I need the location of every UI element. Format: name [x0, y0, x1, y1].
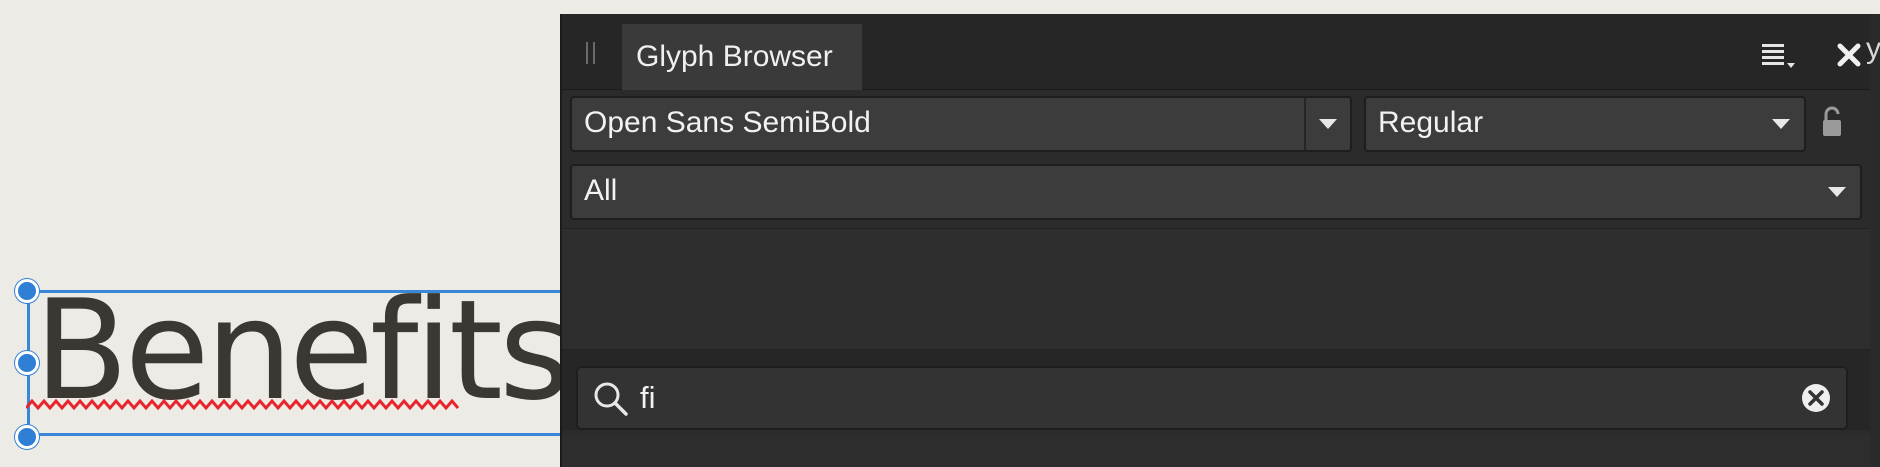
chevron-down-icon	[1319, 119, 1337, 129]
close-icon[interactable]	[1834, 40, 1864, 70]
adjacent-panel-partial-text: y	[1866, 32, 1880, 65]
search-input[interactable]	[640, 374, 1740, 422]
font-family-dropdown[interactable]: Open Sans SemiBold	[570, 96, 1352, 152]
glyph-search-box[interactable]	[576, 366, 1848, 430]
font-style-dropdown[interactable]: Regular	[1364, 96, 1806, 152]
document-canvas[interactable]: Benefits	[0, 0, 647, 467]
selection-handle-bottom-left[interactable]	[15, 425, 39, 449]
glyph-category-dropdown[interactable]: All	[570, 164, 1862, 220]
search-icon	[594, 382, 628, 416]
panel-drag-grip-icon[interactable]	[586, 42, 596, 64]
font-style-value: Regular	[1378, 106, 1484, 139]
glyph-browser-panel: Glyph Browser Open Sans SemiBold Regular…	[560, 14, 1872, 467]
adjacent-panel-edge	[1870, 14, 1880, 467]
panel-footer	[562, 434, 1872, 467]
font-family-value: Open Sans SemiBold	[584, 106, 871, 139]
panel-header: Glyph Browser	[562, 14, 1872, 90]
clear-search-icon[interactable]	[1800, 382, 1832, 414]
chevron-down-icon	[1772, 119, 1790, 129]
glyph-grid[interactable]	[562, 228, 1872, 350]
search-bar-area	[562, 350, 1872, 430]
font-family-dropdown-button[interactable]	[1304, 98, 1350, 150]
panel-menu-icon[interactable]	[1762, 40, 1798, 70]
workspace-background	[1580, 0, 1880, 14]
tab-glyph-browser[interactable]: Glyph Browser	[622, 24, 862, 90]
chevron-down-icon	[1828, 187, 1846, 197]
lock-icon[interactable]	[1820, 106, 1844, 138]
selection-handle-middle-left[interactable]	[15, 351, 39, 375]
spellcheck-underline	[26, 398, 460, 411]
selection-handle-top-left[interactable]	[15, 279, 39, 303]
glyph-category-value: All	[584, 174, 618, 207]
